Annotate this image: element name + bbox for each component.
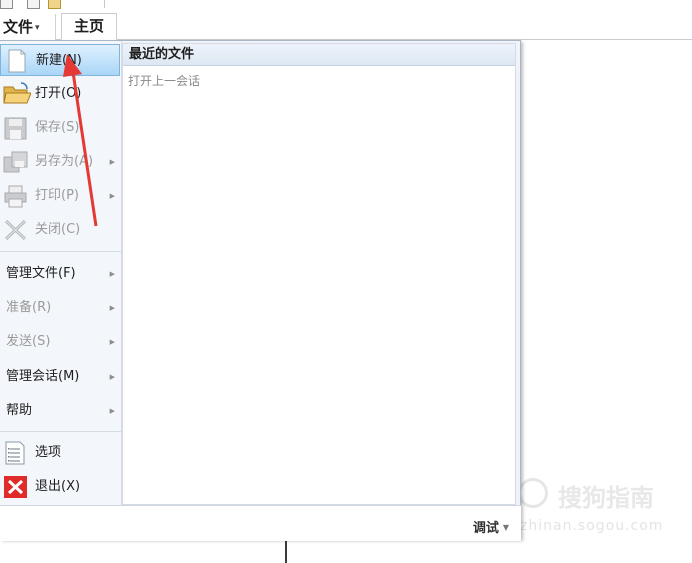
menu-item-label: 选项 [35, 445, 62, 460]
menu-item-manage-session[interactable]: 管理会话(M) ▶ [0, 361, 120, 393]
debug-label: 调试 [472, 521, 499, 536]
close-x-icon [3, 218, 28, 242]
folder-open-icon [3, 82, 32, 106]
submenu-arrow-icon: ▶ [109, 304, 115, 312]
menu-item-label: 保存(S) [35, 120, 80, 135]
submenu-arrow-icon: ▶ [109, 338, 115, 346]
menu-item-label: 管理会话(M) [6, 369, 80, 384]
exit-red-x-icon [3, 475, 28, 499]
menu-item-label: 准备(R) [6, 300, 52, 315]
file-tab-label: 文件 [3, 18, 34, 36]
watermark-logo-icon [518, 478, 548, 508]
submenu-arrow-icon: ▶ [109, 158, 115, 166]
document-edge [285, 540, 287, 563]
menu-item-send[interactable]: 发送(S) ▶ [0, 326, 120, 358]
chevron-down-icon: ▼ [502, 523, 509, 532]
menu-item-label: 打开(O) [35, 86, 82, 101]
menu-item-label: 发送(S) [6, 334, 51, 349]
submenu-arrow-icon: ▶ [109, 192, 115, 200]
save-disk-icon [3, 116, 28, 140]
menu-commands-column: 新建(N) 打开(O) 保存(S) 另存为(A) ▶ 打印(P) ▶ 关闭(C)… [0, 41, 122, 505]
chevron-down-icon: ▾ [35, 23, 40, 33]
menu-item-open[interactable]: 打开(O) [0, 78, 120, 110]
submenu-arrow-icon: ▶ [109, 407, 115, 415]
menu-item-label: 退出(X) [35, 479, 81, 494]
watermark-brand: 搜狗指南 [558, 484, 654, 512]
menu-item-label: 关闭(C) [35, 222, 81, 237]
qa-button-4[interactable] [67, 0, 78, 7]
save-as-icon [3, 150, 28, 174]
menu-item-label: 帮助 [6, 403, 33, 418]
qa-button-1[interactable] [0, 0, 13, 9]
menu-item-new[interactable]: 新建(N) [0, 44, 120, 76]
menu-item-prepare[interactable]: 准备(R) ▶ [0, 292, 120, 324]
recent-files-pane: 最近的文件 打开上一会话 [122, 43, 516, 505]
submenu-arrow-icon: ▶ [109, 373, 115, 381]
watermark-url: zhinan.sogou.com [520, 518, 664, 534]
qa-folder-icon[interactable] [48, 0, 61, 9]
qa-button-2[interactable] [27, 0, 40, 9]
new-document-icon [4, 49, 29, 73]
printer-icon [3, 184, 28, 208]
menu-item-label: 另存为(A) [35, 154, 94, 169]
menu-item-label: 新建(N) [36, 53, 82, 68]
menu-item-save-as[interactable]: 另存为(A) ▶ [0, 146, 120, 178]
file-tab[interactable]: 文件 ▾ [0, 14, 56, 40]
menu-item-help[interactable]: 帮助 ▶ [0, 395, 120, 427]
quick-access-toolbar [0, 0, 692, 14]
menu-item-print[interactable]: 打印(P) ▶ [0, 180, 120, 212]
menu-divider [0, 251, 121, 252]
options-list-icon [3, 441, 28, 465]
menu-item-label: 打印(P) [35, 188, 79, 203]
menu-item-label: 管理文件(F) [6, 266, 76, 281]
debug-dropdown[interactable]: 调试 ▼ [473, 517, 509, 536]
menu-item-close[interactable]: 关闭(C) [0, 214, 120, 246]
submenu-arrow-icon: ▶ [109, 270, 115, 278]
toolbar-separator [104, 0, 105, 8]
file-menu-panel: 新建(N) 打开(O) 保存(S) 另存为(A) ▶ 打印(P) ▶ 关闭(C)… [0, 40, 521, 541]
recent-files-header: 最近的文件 [123, 44, 515, 66]
home-tab[interactable]: 主页 [61, 13, 117, 40]
menu-divider [0, 431, 121, 432]
menu-item-manage-files[interactable]: 管理文件(F) ▶ [0, 258, 120, 290]
menu-item-options[interactable]: 选项 [0, 437, 120, 469]
menu-footer: 调试 ▼ [0, 505, 521, 541]
menu-item-save[interactable]: 保存(S) [0, 112, 120, 144]
menu-item-exit[interactable]: 退出(X) [0, 471, 120, 503]
recent-item-open-last-session[interactable]: 打开上一会话 [128, 72, 200, 89]
